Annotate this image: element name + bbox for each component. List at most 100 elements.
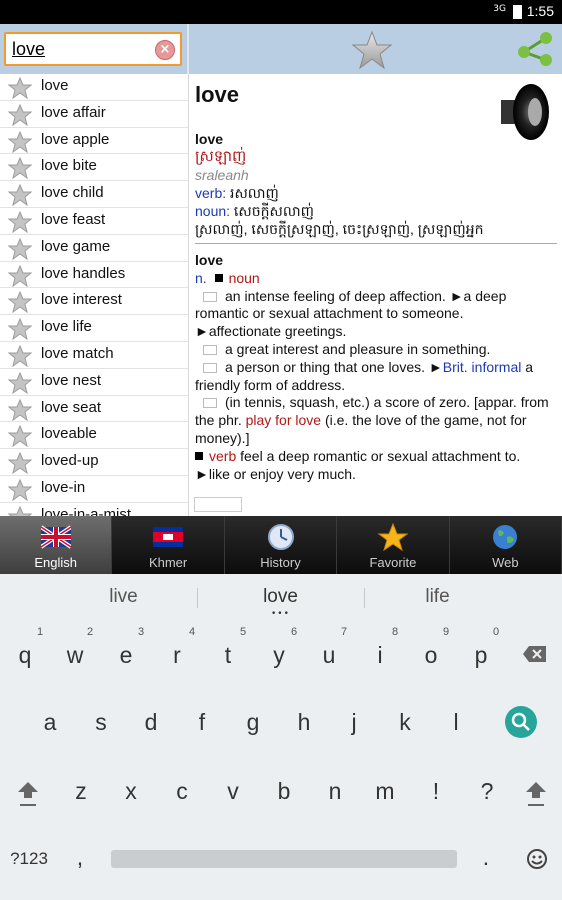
key-r[interactable]: r xyxy=(157,642,197,669)
key-l[interactable]: l xyxy=(436,709,476,736)
definition-panel: love love ស្រឡាញ់ sraleanh verb: រសលាញ់ … xyxy=(195,78,557,516)
speaker-icon[interactable] xyxy=(497,82,553,142)
tab-favorite[interactable]: Favorite xyxy=(337,516,450,574)
key-y[interactable]: y xyxy=(259,642,299,669)
khmer-word: ស្រឡាញ់ xyxy=(195,148,247,165)
search-box[interactable]: × xyxy=(4,32,182,66)
star-outline-icon[interactable] xyxy=(8,318,32,341)
shift-key-right[interactable] xyxy=(524,778,548,814)
tab-khmer[interactable]: Khmer xyxy=(112,516,225,574)
list-item[interactable]: loveable xyxy=(0,422,188,450)
key-z[interactable]: z xyxy=(61,778,101,805)
tab-history[interactable]: History xyxy=(224,516,338,574)
sense-box-icon xyxy=(203,398,217,409)
list-item[interactable]: love seat xyxy=(0,396,188,423)
star-outline-icon[interactable] xyxy=(8,77,32,99)
list-item[interactable]: love affair xyxy=(0,101,188,128)
cambodia-flag-icon xyxy=(153,527,184,547)
shift-key-left[interactable] xyxy=(16,778,40,814)
space-key[interactable] xyxy=(111,850,457,868)
star-outline-icon[interactable] xyxy=(8,398,32,421)
key-u[interactable]: u xyxy=(309,642,349,669)
star-outline-icon[interactable] xyxy=(8,210,32,233)
sense-1-text: an intense feeling of deep affection. ►a… xyxy=(195,287,507,322)
star-outline-icon[interactable] xyxy=(8,371,32,394)
star-outline-icon[interactable] xyxy=(8,130,32,153)
backspace-key[interactable] xyxy=(522,644,548,668)
list-item-label: loveable xyxy=(41,425,97,443)
phrase-link[interactable]: play for love xyxy=(246,412,321,428)
list-item[interactable]: love handles xyxy=(0,262,188,289)
word-list[interactable]: love love affair love apple love bite love c… xyxy=(0,74,188,516)
list-item[interactable]: loved-up xyxy=(0,449,188,476)
key-a[interactable]: a xyxy=(30,709,70,736)
star-outline-icon[interactable] xyxy=(8,291,32,314)
star-outline-icon[interactable] xyxy=(8,184,32,207)
tab-web[interactable]: Web xyxy=(449,516,562,574)
star-outline-icon[interactable] xyxy=(8,344,32,367)
list-item[interactable]: love match xyxy=(0,342,188,369)
key-question[interactable]: ? xyxy=(467,778,507,805)
key-o[interactable]: o xyxy=(411,642,451,669)
clear-search-icon[interactable]: × xyxy=(155,40,175,60)
key-period[interactable]: . xyxy=(466,844,506,871)
search-key[interactable] xyxy=(505,706,537,738)
star-outline-icon[interactable] xyxy=(8,425,32,448)
key-q[interactable]: q xyxy=(5,642,45,669)
extra-translations: ស្រលាញ់, សេចក្តីស្រឡាញ់, ចេះស្រឡាញ់, ស្រ… xyxy=(195,221,484,237)
bullet-square-icon xyxy=(214,273,223,282)
star-outline-icon[interactable] xyxy=(8,478,32,501)
key-h[interactable]: h xyxy=(284,709,324,736)
suggestion-3[interactable]: life xyxy=(344,586,531,608)
key-n[interactable]: n xyxy=(315,778,355,805)
key-v[interactable]: v xyxy=(213,778,253,805)
key-f[interactable]: f xyxy=(182,709,222,736)
list-item[interactable]: love xyxy=(0,74,188,101)
star-outline-icon[interactable] xyxy=(8,103,32,126)
list-item[interactable]: love nest xyxy=(0,369,188,396)
key-comma[interactable]: , xyxy=(60,844,100,871)
key-j[interactable]: j xyxy=(334,709,374,736)
search-input[interactable] xyxy=(12,38,152,60)
key-i[interactable]: i xyxy=(360,642,400,669)
list-item-label: love child xyxy=(41,184,104,202)
list-item[interactable]: love-in-a-mist xyxy=(0,503,188,516)
key-b[interactable]: b xyxy=(264,778,304,805)
key-m[interactable]: m xyxy=(365,778,405,805)
usage-label: Brit. informal xyxy=(442,358,522,375)
list-item[interactable]: love-in xyxy=(0,476,188,503)
list-item[interactable]: love apple xyxy=(0,128,188,155)
key-s[interactable]: s xyxy=(81,709,121,736)
list-item[interactable]: love bite xyxy=(0,154,188,182)
key-d[interactable]: d xyxy=(131,709,171,736)
star-outline-icon[interactable] xyxy=(8,452,32,475)
key-hint: 9 xyxy=(442,626,450,638)
key-w[interactable]: w xyxy=(55,642,95,669)
key-e[interactable]: e xyxy=(106,642,146,669)
list-item[interactable]: love child xyxy=(0,181,188,208)
key-g[interactable]: g xyxy=(233,709,273,736)
list-item[interactable]: love game xyxy=(0,235,188,262)
entry-khmer: love ស្រឡាញ់ sraleanh verb: រសលាញ់ noun:… xyxy=(195,130,557,238)
star-outline-icon[interactable] xyxy=(8,264,32,287)
symbols-key[interactable]: ?123 xyxy=(6,849,52,869)
key-t[interactable]: t xyxy=(208,642,248,669)
sense-box-icon xyxy=(203,291,217,302)
list-item[interactable]: love interest xyxy=(0,288,188,316)
key-x[interactable]: x xyxy=(111,778,151,805)
key-p[interactable]: p xyxy=(461,642,501,669)
uk-flag-icon xyxy=(40,525,71,549)
list-item[interactable]: love feast xyxy=(0,208,188,235)
star-outline-icon[interactable] xyxy=(8,157,32,180)
share-icon[interactable] xyxy=(516,30,554,66)
key-exclaim[interactable]: ! xyxy=(416,778,456,805)
key-c[interactable]: c xyxy=(162,778,202,805)
star-outline-icon[interactable] xyxy=(8,237,32,260)
emoji-key[interactable] xyxy=(525,847,549,875)
tab-english[interactable]: English xyxy=(0,516,113,574)
entry-english: love n. noun an intense feeling of deep … xyxy=(195,252,557,483)
list-item[interactable]: love life xyxy=(0,315,188,342)
favorite-star-icon[interactable] xyxy=(352,30,392,70)
key-k[interactable]: k xyxy=(385,709,425,736)
star-outline-icon[interactable] xyxy=(8,505,32,516)
